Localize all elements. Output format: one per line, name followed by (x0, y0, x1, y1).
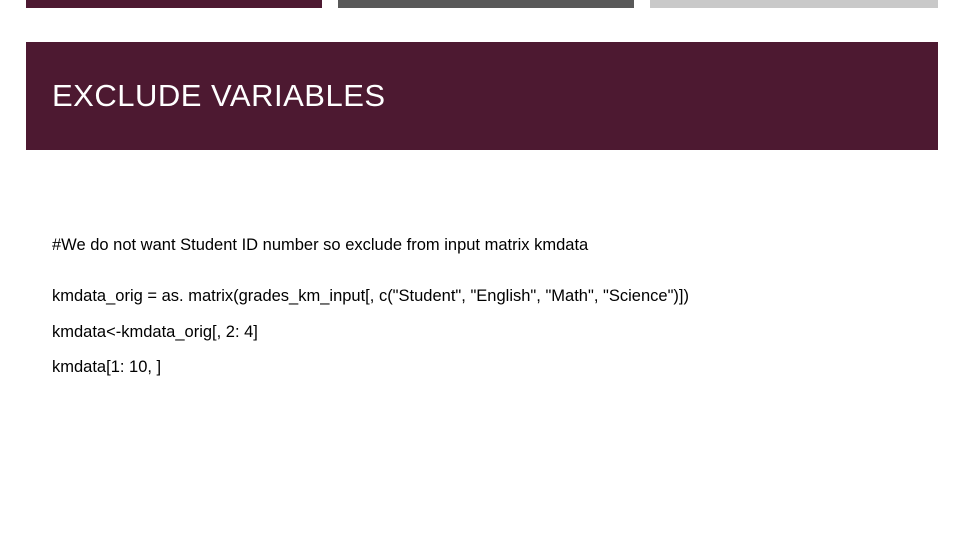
top-accent-strip (26, 0, 938, 8)
accent-segment-2 (338, 0, 634, 8)
slide-title: EXCLUDE VARIABLES (52, 78, 386, 114)
code-line: kmdata_orig = as. matrix(grades_km_input… (52, 286, 920, 307)
accent-segment-3 (650, 0, 938, 8)
code-line: #We do not want Student ID number so exc… (52, 235, 920, 256)
title-bar: EXCLUDE VARIABLES (26, 42, 938, 150)
accent-segment-1 (26, 0, 322, 8)
code-line: kmdata[1: 10, ] (52, 357, 920, 378)
code-line: kmdata<-kmdata_orig[, 2: 4] (52, 322, 920, 343)
slide-content: #We do not want Student ID number so exc… (52, 235, 920, 379)
slide: EXCLUDE VARIABLES #We do not want Studen… (0, 0, 960, 540)
